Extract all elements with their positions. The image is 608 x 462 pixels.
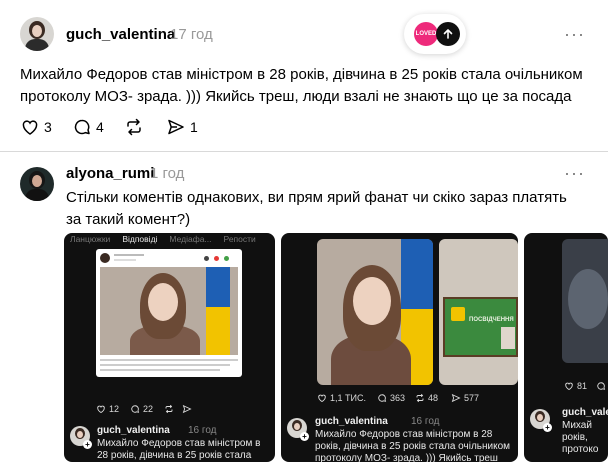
stat-shares <box>182 404 192 414</box>
like-button[interactable]: 3 <box>20 117 52 137</box>
more-options-icon[interactable]: ··· <box>564 163 585 184</box>
stat-comments: 363 <box>377 393 405 403</box>
tab-replies: Відповіді <box>122 234 158 244</box>
repost-icon <box>416 393 424 403</box>
send-icon <box>182 404 192 414</box>
tab-reposts: Репости <box>223 234 256 244</box>
comment-icon <box>597 382 606 390</box>
share-count: 1 <box>190 119 198 135</box>
post-time[interactable]: 1 год <box>150 165 184 182</box>
attached-screenshot-2[interactable]: ПОСВІДЧЕННЯ 1,1 ТИС. 363 48 577 + guch_v… <box>281 233 518 462</box>
arrow-up-icon[interactable] <box>436 22 460 46</box>
stat-comments-count: 363 <box>390 393 406 403</box>
comment-icon <box>74 119 90 135</box>
loved-badge-icon: LOVED <box>414 22 438 46</box>
certificate-label: ПОСВІДЧЕННЯ <box>469 317 514 323</box>
avatar[interactable] <box>20 17 54 51</box>
embedded-photo <box>100 267 238 355</box>
stat-likes-count: 1,1 ТИС. <box>330 393 366 403</box>
embedded-photo <box>317 239 433 385</box>
heart-icon <box>565 382 573 391</box>
post-text: Стільки коментів однакових, ви прям ярий… <box>66 189 567 228</box>
stat-comments: 22 <box>130 404 153 414</box>
stat-comments <box>596 381 606 391</box>
embedded-post-card <box>96 249 242 377</box>
sub-username: guch_valentina <box>562 407 608 418</box>
like-count: 3 <box>44 119 52 135</box>
sub-text: Михайло Федоров став міністром в 28 рокі… <box>315 429 511 462</box>
tab-media: Медіафа... <box>169 234 212 244</box>
post-time[interactable]: 17 год <box>170 26 213 43</box>
stat-shares-count: 577 <box>464 393 480 403</box>
stat-likes: 1,1 ТИС. <box>317 393 366 403</box>
share-button[interactable]: 1 <box>166 117 198 137</box>
stat-likes: 12 <box>96 404 119 414</box>
profile-tabs: Ланцюжки Відповіді Медіафа... Репости <box>64 233 275 247</box>
attached-screenshot-1[interactable]: Ланцюжки Відповіді Медіафа... Репости 12… <box>64 233 275 462</box>
sub-username: guch_valentina <box>97 425 170 436</box>
attached-screenshot-3[interactable]: 81 + guch_valentina Михай років, протоко <box>524 233 608 462</box>
embedded-photo-certificate: ПОСВІДЧЕННЯ <box>439 239 518 385</box>
comment-count: 4 <box>96 119 104 135</box>
follow-plus-icon: + <box>83 440 92 449</box>
username[interactable]: guch_valentina <box>66 26 175 43</box>
sub-username: guch_valentina <box>315 416 388 427</box>
username[interactable]: alyona_rumi <box>66 165 154 182</box>
stat-likes: 81 <box>564 381 587 391</box>
tab-threads: Ланцюжки <box>70 234 111 244</box>
stat-reposts <box>164 404 174 414</box>
reaction-badges[interactable]: LOVED <box>404 14 466 54</box>
comment-button[interactable]: 4 <box>72 117 104 137</box>
stat-likes-count: 81 <box>577 381 588 391</box>
heart-icon <box>22 120 38 135</box>
repost-icon <box>165 404 173 414</box>
comment-icon <box>378 394 387 402</box>
stat-reposts: 48 <box>415 393 438 403</box>
follow-plus-icon: + <box>300 432 309 441</box>
post-guch-valentina: guch_valentina 17 год LOVED ··· Михайло … <box>0 0 608 152</box>
send-icon <box>168 119 184 135</box>
sub-time: 16 год <box>411 416 440 427</box>
sub-text: Михайло Федоров став міністром в 28 рокі… <box>97 438 261 461</box>
stat-likes-count: 12 <box>109 404 120 414</box>
sub-time: 16 год <box>188 425 217 436</box>
repost-icon <box>127 118 141 136</box>
sub-text: Михай років, протоко <box>562 420 599 455</box>
embedded-photo <box>562 239 608 363</box>
stat-shares: 577 <box>451 393 479 403</box>
follow-plus-icon: + <box>543 423 552 432</box>
heart-icon <box>318 394 326 403</box>
stat-reposts-count: 48 <box>428 393 439 403</box>
post-text: Михайло Федоров став міністром в 28 рокі… <box>20 66 583 105</box>
send-icon <box>451 393 461 403</box>
repost-button[interactable] <box>124 117 144 137</box>
comment-icon <box>131 405 140 413</box>
heart-icon <box>97 405 105 414</box>
stat-comments-count: 22 <box>143 404 154 414</box>
avatar[interactable] <box>20 167 54 201</box>
more-options-icon[interactable]: ··· <box>564 24 585 45</box>
